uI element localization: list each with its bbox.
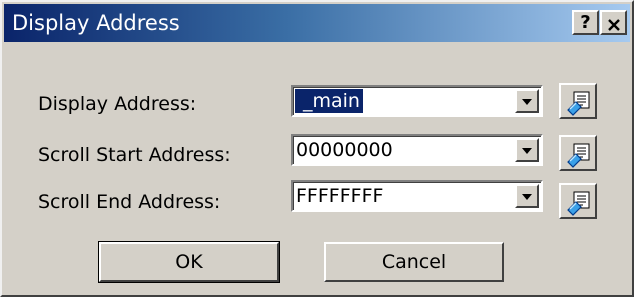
display-address-dropdown-arrow[interactable] [515, 89, 539, 113]
display-address-label: Display Address: [38, 93, 197, 115]
scroll-end-dropdown-arrow[interactable] [515, 184, 539, 208]
scroll-end-picker-button[interactable] [559, 183, 597, 219]
scroll-end-address-combobox[interactable]: FFFFFFFF [291, 180, 543, 212]
window-title: Display Address [12, 11, 180, 35]
close-icon [607, 18, 620, 31]
display-address-combobox[interactable]: _main [291, 85, 543, 117]
scroll-start-address-combobox[interactable]: 00000000 [291, 134, 543, 166]
scroll-end-address-label: Scroll End Address: [38, 191, 221, 213]
title-bar[interactable]: Display Address ? [4, 4, 630, 42]
scroll-start-address-label: Scroll Start Address: [38, 144, 231, 166]
dialog-window: Display Address ? Display Address: _main… [0, 0, 634, 297]
help-button[interactable]: ? [572, 10, 599, 35]
cancel-button[interactable]: Cancel [324, 242, 504, 282]
address-picker-icon [567, 191, 590, 216]
display-address-picker-button[interactable] [559, 83, 597, 119]
scroll-start-picker-button[interactable] [559, 135, 597, 171]
scroll-end-address-value[interactable]: FFFFFFFF [296, 184, 383, 208]
display-address-value[interactable]: _main [295, 89, 363, 113]
scroll-start-address-value[interactable]: 00000000 [296, 138, 393, 162]
ok-button[interactable]: OK [98, 241, 280, 283]
address-picker-icon [567, 143, 590, 168]
address-picker-icon [567, 91, 590, 116]
close-button[interactable] [600, 10, 627, 35]
scroll-start-dropdown-arrow[interactable] [515, 138, 539, 162]
